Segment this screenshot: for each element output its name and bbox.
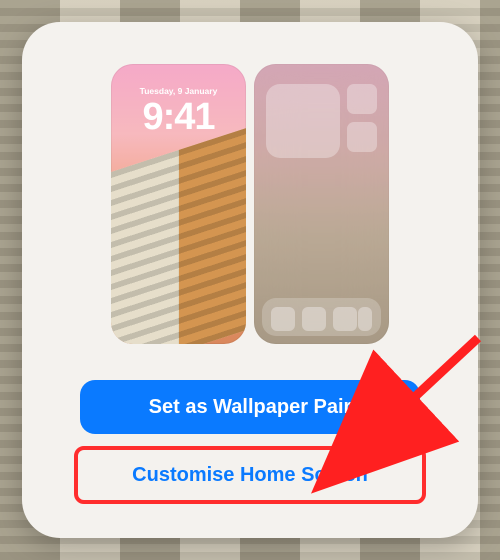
dock-icon-placeholder bbox=[333, 307, 357, 331]
home-icon-placeholder bbox=[347, 84, 377, 114]
set-as-wallpaper-pair-button[interactable]: Set as Wallpaper Pair bbox=[80, 380, 420, 434]
home-widget-placeholder bbox=[266, 84, 340, 158]
dock-icon-placeholder bbox=[302, 307, 326, 331]
lock-screen-preview: Tuesday, 9 January 9:41 bbox=[111, 64, 246, 344]
wallpaper-set-sheet: Tuesday, 9 January 9:41 Set as Wallpaper… bbox=[22, 22, 478, 538]
button-label: Set as Wallpaper Pair bbox=[149, 396, 352, 419]
lock-screen-date: Tuesday, 9 January bbox=[111, 86, 246, 96]
lock-screen-time: 9:41 bbox=[111, 96, 246, 139]
lock-wallpaper-image bbox=[111, 128, 246, 344]
button-label: Customise Home Screen bbox=[132, 464, 368, 487]
wallpaper-preview-row: Tuesday, 9 January 9:41 bbox=[111, 64, 389, 344]
dock-icon-placeholder bbox=[271, 307, 295, 331]
home-icon-placeholder bbox=[347, 122, 377, 152]
customise-home-screen-button[interactable]: Customise Home Screen bbox=[80, 448, 420, 502]
dock-icon-placeholder bbox=[358, 307, 372, 331]
home-screen-preview bbox=[254, 64, 389, 344]
